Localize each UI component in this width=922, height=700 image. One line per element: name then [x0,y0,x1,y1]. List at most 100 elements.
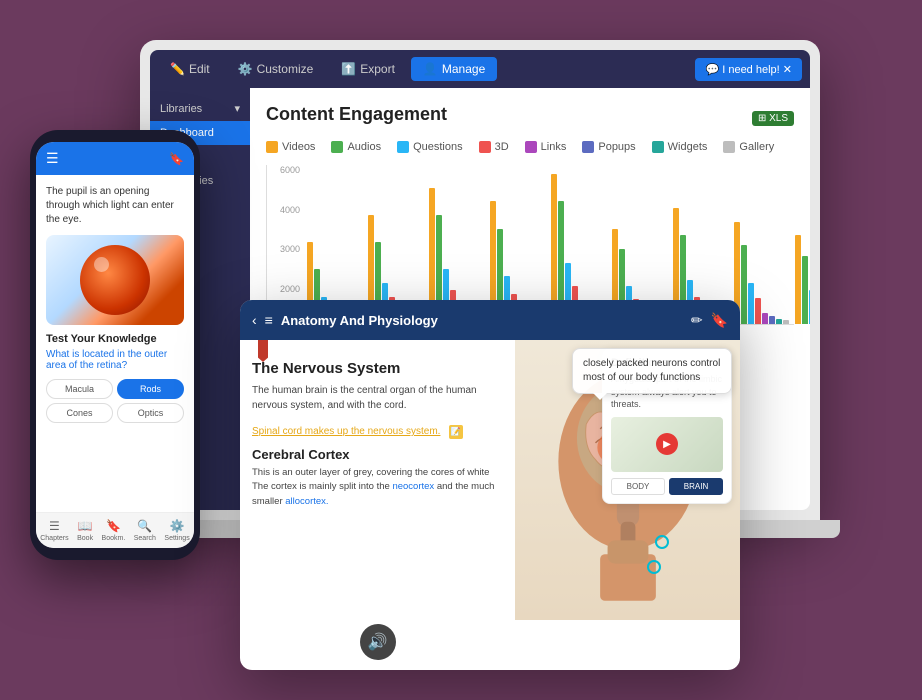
bar-segment [795,235,801,324]
bar-group [795,235,810,324]
phone-option-rods[interactable]: Rods [117,379,184,399]
panel-topbar: ‹ ≡ Anatomy And Physiology ✏ 🔖 [240,300,740,340]
export-icon: ⬆️ [341,62,356,76]
bar-segment [776,319,782,324]
bar-segment [802,256,808,324]
legend-dot-videos [266,141,278,153]
chart-title: Content Engagement [266,104,447,125]
hotspot-4[interactable] [655,535,669,549]
panel-edit-icon[interactable]: ✏ [691,312,703,329]
legend-dot-popups [582,141,594,153]
phone-menu-icon[interactable]: ☰ [46,150,59,167]
customize-icon: ⚙️ [238,62,253,76]
phone-content: The pupil is an opening through which li… [36,175,194,512]
phone-nav-settings[interactable]: ⚙️ Settings [164,519,189,542]
manage-icon: 👤 [423,62,438,76]
customize-button[interactable]: ⚙️ Customize [226,57,326,81]
laptop-topbar: ✏️ Edit ⚙️ Customize ⬆️ Export 👤 Manage … [150,50,810,88]
note-icon[interactable]: 📝 [449,425,463,439]
help-button[interactable]: 💬 I need help! ✕ [695,58,802,81]
legend-questions: Questions [397,141,463,153]
panel-back-button[interactable]: ‹ [252,312,257,328]
bar-segment [748,283,754,324]
legend-audios: Audios [331,141,381,153]
xls-badge[interactable]: ⊞ XLS [752,111,794,126]
bar-group [734,222,789,324]
spinal-cord-text: Spinal cord makes up the nervous system. [252,426,440,437]
tooltip-bubble: closely packed neurons control most of o… [572,348,732,394]
bookmark-nav-icon: 🔖 [106,519,121,533]
cerebral-cortex-title: Cerebral Cortex [252,447,503,462]
book-icon: 📖 [78,519,93,533]
panel-body: The Nervous System The human brain is th… [240,340,740,670]
audio-icon: 🔊 [368,632,388,652]
legend-dot-links [525,141,537,153]
eye-highlight [94,257,109,272]
play-button[interactable]: ▶ [656,433,678,455]
panel-bookmark-icon[interactable]: 🔖 [711,312,728,329]
legend-videos: Videos [266,141,315,153]
bar-segment [762,313,768,324]
panel-action-icons: ✏ 🔖 [691,312,728,329]
legend-dot-audios [331,141,343,153]
nervous-system-text: The human brain is the central organ of … [252,383,503,413]
audio-button[interactable]: 🔊 [360,624,396,660]
phone-bookmark-icon[interactable]: 🔖 [169,152,184,166]
phone-topbar: ☰ 🔖 [36,142,194,175]
edit-icon: ✏️ [170,62,185,76]
panel-menu-icon[interactable]: ≡ [265,312,273,328]
phone-eye-image [46,235,184,325]
phone-description: The pupil is an opening through which li… [46,185,184,227]
phone-bottombar: ☰ Chapters 📖 Book 🔖 Bookm. 🔍 Search ⚙️ S… [36,512,194,548]
legend-dot-gallery [723,141,735,153]
panel-title: Anatomy And Physiology [281,313,683,328]
phone-option-cones[interactable]: Cones [46,403,113,423]
phone-nav-search[interactable]: 🔍 Search [134,519,156,542]
hotspot-5[interactable] [647,560,661,574]
allocortex-link[interactable]: allocortex. [285,496,328,507]
legend-3d: 3D [479,141,509,153]
chart-legend: Videos Audios Questions 3D [266,141,794,153]
legend-links: Links [525,141,567,153]
manage-button[interactable]: 👤 Manage [411,57,497,81]
settings-icon: ⚙️ [170,519,185,533]
phone-options: Macula Rods Cones Optics [46,379,184,423]
edit-button[interactable]: ✏️ Edit [158,57,222,81]
body-button[interactable]: BODY [611,478,665,495]
bar-segment [755,298,761,324]
bar-segment [741,245,747,324]
bar-segment [769,316,775,324]
bar-segment [783,320,789,324]
phone-quiz-title: Test Your Knowledge [46,333,184,345]
legend-dot-questions [397,141,409,153]
sidebar-libraries-section: Libraries ▾ [150,96,250,121]
export-button[interactable]: ⬆️ Export [329,57,407,81]
cerebral-cortex-text: This is an outer layer of grey, covering… [252,466,503,509]
bookmark-ribbon [258,340,268,362]
chevron-down-icon: ▾ [234,102,240,115]
legend-dot-3d [479,141,491,153]
eye-visual [80,245,150,315]
legend-widgets: Widgets [652,141,708,153]
phone: ☰ 🔖 The pupil is an opening through whic… [30,130,200,560]
phone-quiz-question: What is located in the outer area of the… [46,349,184,371]
phone-nav-bookmark[interactable]: 🔖 Bookm. [102,519,126,542]
content-panel: ‹ ≡ Anatomy And Physiology ✏ 🔖 The Nervo… [240,300,740,670]
legend-popups: Popups [582,141,635,153]
chapters-icon: ☰ [49,519,60,533]
panel-left: The Nervous System The human brain is th… [240,340,515,670]
definitions-buttons: BODY BRAIN [611,478,723,495]
phone-option-optics[interactable]: Optics [117,403,184,423]
phone-screen: ☰ 🔖 The pupil is an opening through whic… [36,142,194,548]
search-icon: 🔍 [137,519,152,533]
neocortex-link[interactable]: neocortex [392,481,434,492]
bar-segment [809,290,810,324]
definitions-image: ▶ [611,417,723,472]
legend-gallery: Gallery [723,141,774,153]
phone-option-macula[interactable]: Macula [46,379,113,399]
brain-button[interactable]: BRAIN [669,478,723,495]
phone-nav-book[interactable]: 📖 Book [77,519,93,542]
phone-nav-chapters[interactable]: ☰ Chapters [40,519,68,542]
panel-right: closely packed neurons control most of o… [515,340,740,670]
legend-dot-widgets [652,141,664,153]
